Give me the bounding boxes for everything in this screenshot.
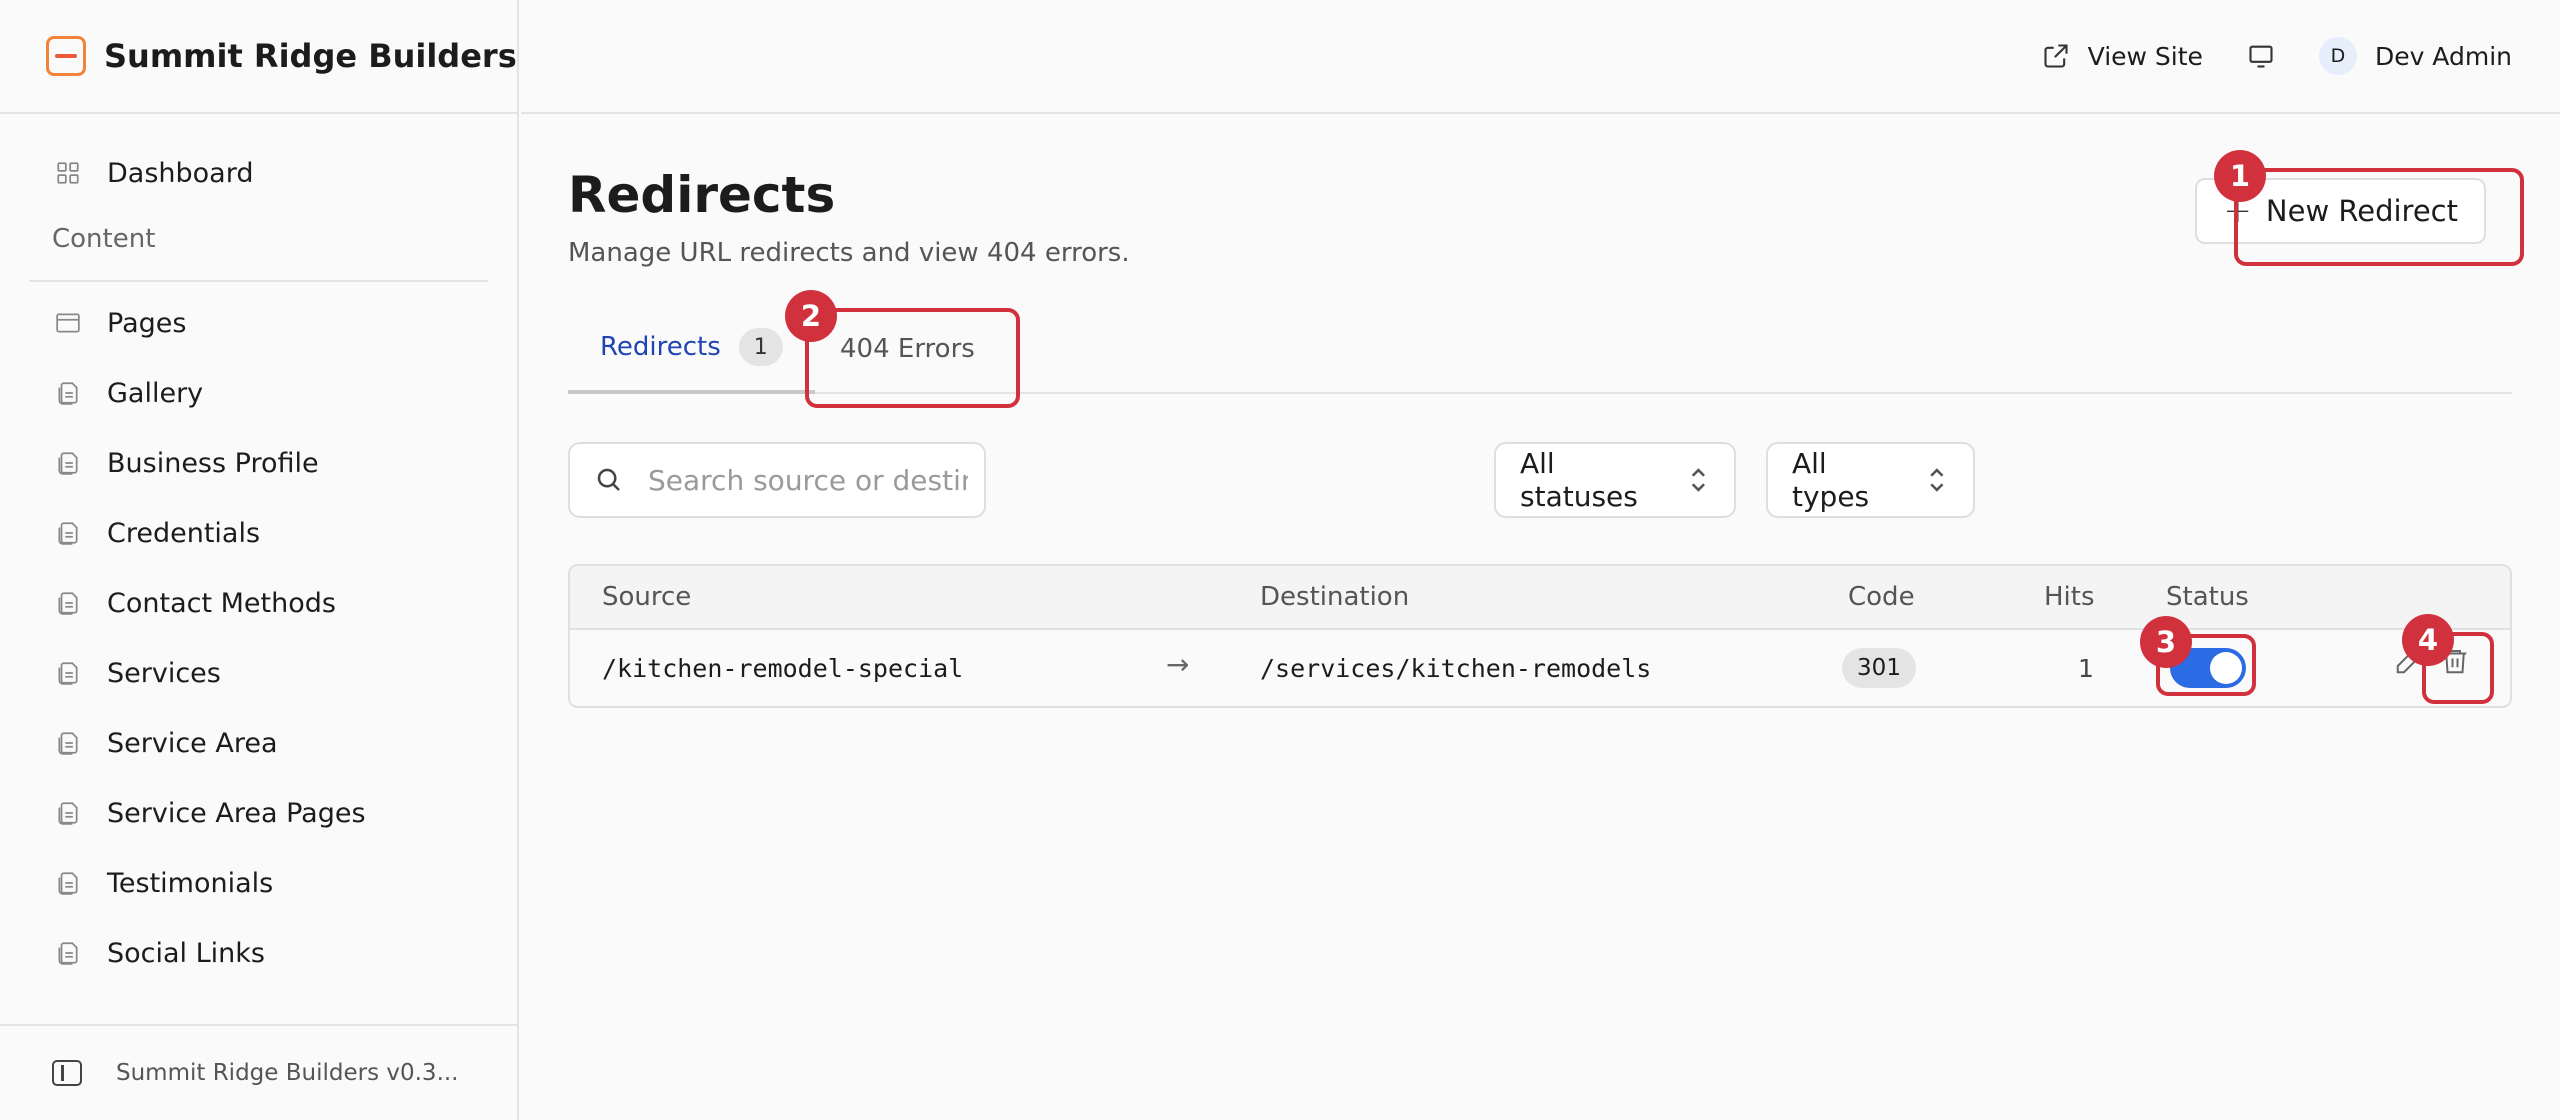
user-name: Dev Admin [2374, 41, 2512, 71]
type-filter-select[interactable]: All types [1766, 442, 1975, 518]
app-version: Summit Ridge Builders v0.3... [116, 1060, 459, 1086]
column-header-destination[interactable]: Destination [1260, 582, 1409, 612]
sidebar-item-label: Credentials [107, 517, 261, 549]
document-icon [55, 450, 81, 476]
type-filter-value: All types [1792, 447, 1870, 513]
sidebar-item-label: Pages [107, 307, 187, 339]
document-icon [55, 940, 81, 966]
sidebar-item-credentials[interactable]: Credentials [0, 498, 517, 568]
sidebar-item-service-area-pages[interactable]: Service Area Pages [0, 778, 517, 848]
sidebar-item-testimonials[interactable]: Testimonials [0, 848, 517, 918]
avatar: D [2318, 37, 2357, 75]
sidebar-item-label: Service Area Pages [107, 797, 366, 829]
sidebar-item-label: Service Area [107, 727, 278, 759]
document-icon [55, 380, 81, 406]
document-icon [55, 660, 81, 686]
chevron-up-down-icon [1930, 468, 1944, 492]
tab-label: Redirects [600, 332, 721, 362]
status-filter-select[interactable]: All statuses [1494, 442, 1736, 518]
table-row: /kitchen-remodel-special → /services/kit… [570, 630, 2510, 706]
tab-count-badge: 1 [738, 328, 783, 366]
view-site-link[interactable]: View Site [2042, 42, 2203, 71]
sidebar-item-dashboard[interactable]: Dashboard [0, 138, 517, 208]
annotation-marker: 3 [2140, 616, 2192, 668]
search-input[interactable] [648, 463, 968, 497]
document-icon [55, 520, 81, 546]
view-site-label: View Site [2087, 41, 2203, 71]
annotation-marker: 4 [2402, 614, 2454, 666]
annotation-marker: 2 [785, 290, 837, 342]
sidebar-toggle-icon[interactable] [52, 1060, 82, 1086]
redirect-hits: 1 [2078, 654, 2094, 683]
sidebar-section-content: Content [52, 224, 156, 254]
sidebar-item-label: Gallery [107, 377, 204, 409]
sidebar-item-contact-methods[interactable]: Contact Methods [0, 568, 517, 638]
monitor-icon [2249, 45, 2273, 68]
preview-button[interactable] [2247, 42, 2275, 70]
column-header-status[interactable]: Status [2166, 582, 2249, 612]
column-header-code[interactable]: Code [1848, 582, 1915, 612]
sidebar-item-gallery[interactable]: Gallery [0, 358, 517, 428]
brand[interactable]: Summit Ridge Builders [0, 0, 517, 114]
grid-icon [55, 160, 81, 186]
sidebar-item-label: Services [107, 657, 221, 689]
sidebar-item-label: Dashboard [107, 157, 254, 189]
sidebar-item-label: Testimonials [107, 867, 274, 899]
redirects-table: Source Destination Code Hits Status /kit… [568, 564, 2512, 708]
external-link-icon [2044, 44, 2068, 68]
document-icon [55, 800, 81, 826]
tab-bar: Redirects 1 404 Errors [568, 304, 2512, 394]
tab-label: 404 Errors [840, 334, 975, 364]
page-title: Redirects [568, 166, 836, 224]
arrow-right-icon: → [1166, 648, 1190, 681]
brand-logo-icon [46, 36, 86, 76]
status-code-badge: 301 [1842, 648, 1916, 688]
document-icon [55, 870, 81, 896]
redirect-destination: /services/kitchen-remodels [1260, 654, 1652, 683]
tab-404-errors[interactable]: 404 Errors [810, 304, 1005, 394]
browser-window-icon [55, 310, 81, 336]
sidebar-footer: Summit Ridge Builders v0.3... [0, 1024, 517, 1120]
search-box[interactable] [568, 442, 986, 518]
annotation-marker: 1 [2214, 150, 2266, 202]
sidebar-item-business-profile[interactable]: Business Profile [0, 428, 517, 498]
sidebar-item-service-area[interactable]: Service Area [0, 708, 517, 778]
redirect-source: /kitchen-remodel-special [602, 654, 964, 683]
sidebar-item-pages[interactable]: Pages [0, 288, 517, 358]
sidebar: Summit Ridge Builders Dashboard Content … [0, 0, 519, 1120]
brand-name: Summit Ridge Builders [104, 37, 517, 75]
page-subtitle: Manage URL redirects and view 404 errors… [568, 238, 1130, 268]
sidebar-item-label: Social Links [107, 937, 265, 969]
top-bar: View Site D Dev Admin [521, 0, 2560, 114]
new-redirect-label: New Redirect [2265, 194, 2458, 228]
sidebar-item-label: Business Profile [107, 447, 319, 479]
column-header-hits[interactable]: Hits [2044, 582, 2095, 612]
sidebar-item-social-links[interactable]: Social Links [0, 918, 517, 988]
sidebar-item-services[interactable]: Services [0, 638, 517, 708]
status-filter-value: All statuses [1520, 447, 1638, 513]
chevron-up-down-icon [1692, 468, 1706, 492]
search-icon [597, 468, 620, 491]
sidebar-nav: Dashboard Content Pages Gallery Business… [0, 114, 517, 988]
user-menu[interactable]: D Dev Admin [2318, 37, 2512, 75]
document-icon [55, 730, 81, 756]
document-icon [55, 590, 81, 616]
column-header-source[interactable]: Source [602, 582, 691, 612]
section-divider [29, 280, 488, 282]
tab-redirects[interactable]: Redirects 1 [568, 304, 815, 394]
table-header: Source Destination Code Hits Status [570, 566, 2510, 630]
sidebar-item-label: Contact Methods [107, 587, 336, 619]
